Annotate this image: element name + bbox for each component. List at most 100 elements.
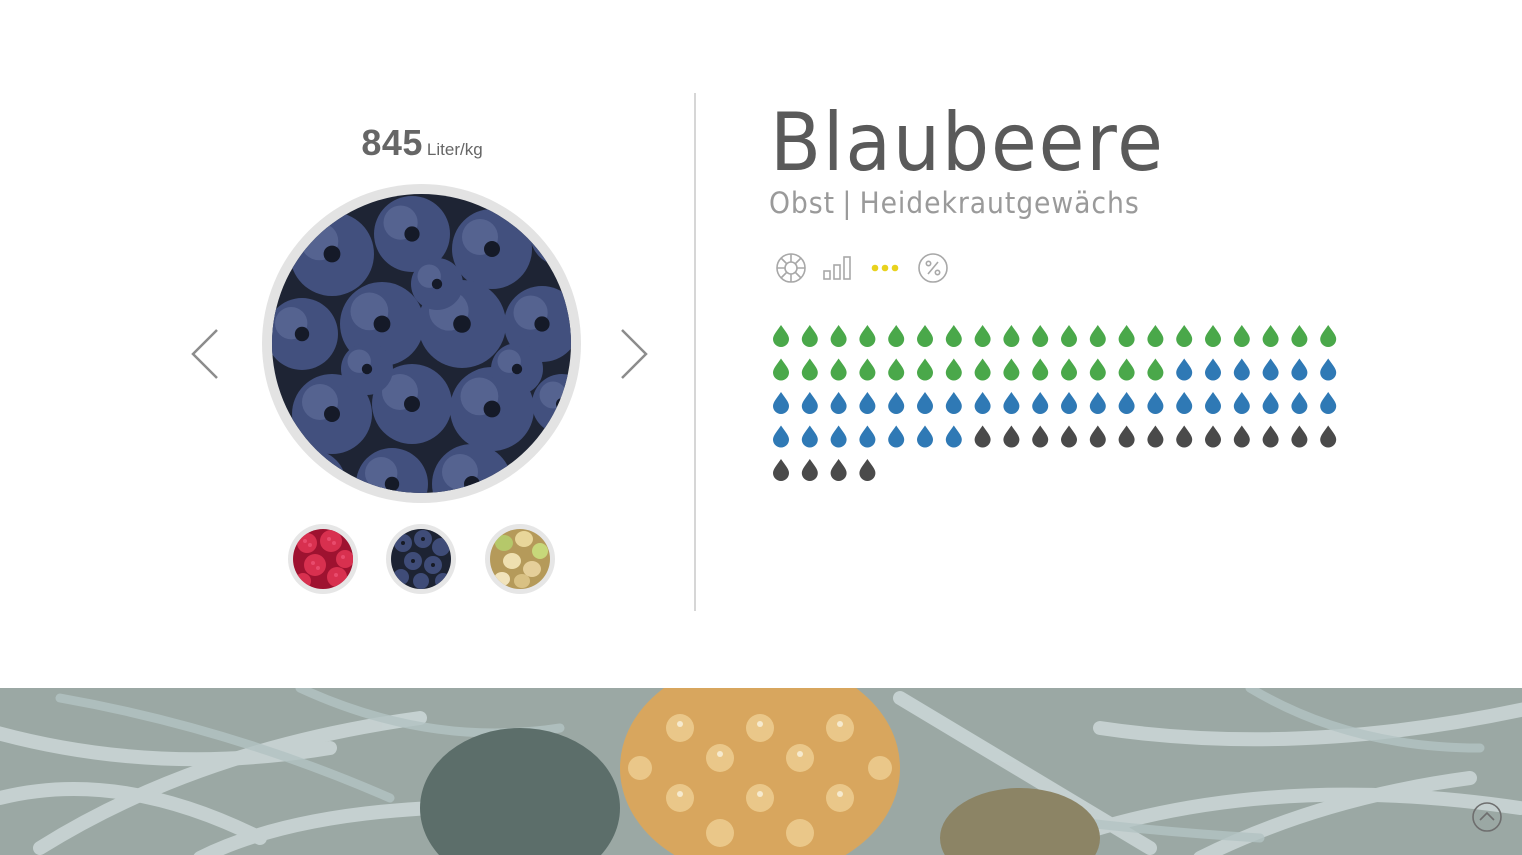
previous-arrow-icon[interactable]	[189, 327, 223, 381]
scroll-to-top-icon[interactable]	[1471, 801, 1503, 833]
bar-chart-icon[interactable]	[821, 251, 855, 285]
water-drop-blue	[1205, 392, 1221, 414]
water-drop-grey	[1032, 425, 1049, 448]
water-drop-green	[1032, 325, 1049, 347]
percent-icon[interactable]	[916, 251, 950, 285]
water-drop-blue	[1032, 392, 1049, 414]
water-drop-blue	[1205, 358, 1221, 381]
water-drop-blue	[1147, 392, 1164, 414]
water-drop-grey	[974, 425, 991, 448]
water-drop-green	[1089, 325, 1106, 347]
water-drop-green	[1118, 358, 1135, 381]
water-drop-blue	[830, 425, 847, 448]
water-drop-grey	[801, 459, 818, 481]
subtitle-separator: |	[842, 186, 853, 220]
water-drop-blue	[801, 425, 818, 448]
water-drop-blue	[1291, 392, 1308, 414]
water-drop-green	[859, 325, 876, 347]
water-drop-grey	[830, 459, 847, 481]
water-drop-green	[888, 325, 905, 347]
water-drop-green	[801, 358, 818, 381]
water-drop-green	[1061, 325, 1077, 347]
water-value: 845 Liter/kg	[330, 122, 514, 164]
water-drop-green	[773, 358, 789, 381]
water-drop-grey	[1233, 425, 1250, 448]
water-drop-green	[859, 358, 876, 381]
pineapple-banner-image	[0, 688, 1522, 855]
water-drop-green	[773, 325, 789, 347]
water-drop-grey	[1291, 425, 1308, 448]
water-drop-blue	[945, 425, 962, 448]
water-drop-green	[1205, 325, 1221, 347]
water-drop-blue	[859, 392, 876, 414]
product-category: Obst	[769, 186, 835, 220]
water-drop-green	[1089, 358, 1106, 381]
water-drop-green	[888, 358, 905, 381]
water-drop-green	[974, 358, 991, 381]
water-drop-blue	[1061, 392, 1077, 414]
water-drop-green	[1262, 325, 1279, 347]
water-drop-green	[1233, 325, 1250, 347]
water-drop-blue	[1233, 392, 1250, 414]
water-drop-grey	[773, 459, 789, 481]
water-drop-grey	[1262, 425, 1279, 448]
water-drop-grey	[1089, 425, 1106, 448]
water-drop-blue	[1118, 392, 1135, 414]
water-drop-grey	[1320, 425, 1337, 448]
water-drop-blue	[945, 392, 962, 414]
water-drop-green	[917, 358, 933, 381]
water-drop-blue	[1262, 392, 1279, 414]
globe-icon[interactable]	[774, 251, 808, 285]
water-drop-grey	[859, 459, 876, 481]
water-drop-grey	[1147, 425, 1164, 448]
water-drop-blue	[974, 392, 991, 414]
water-value-number: 845	[361, 122, 423, 163]
water-drop-green	[1032, 358, 1049, 381]
water-drop-blue	[1233, 358, 1250, 381]
blueberry-image	[272, 194, 571, 493]
water-drop-blue	[1262, 358, 1279, 381]
water-drop-green	[945, 325, 962, 347]
product-image-frame	[262, 184, 581, 503]
thumbnail-blueberry[interactable]	[386, 524, 456, 594]
water-drop-blue	[801, 392, 818, 414]
next-arrow-icon[interactable]	[616, 327, 650, 381]
product-family: Heidekrautgewächs	[859, 186, 1140, 220]
water-drop-green	[917, 325, 933, 347]
water-drop-green	[1291, 325, 1308, 347]
water-drop-blue	[1176, 392, 1193, 414]
product-subtitle: Obst | Heidekrautgewächs	[769, 186, 1140, 220]
water-value-unit: Liter/kg	[426, 140, 483, 159]
thumbnail-grape[interactable]	[485, 524, 555, 594]
water-drop-blue	[1003, 392, 1020, 414]
water-drop-green	[1320, 325, 1337, 347]
water-drop-green	[1147, 358, 1164, 381]
water-drop-blue	[1291, 358, 1308, 381]
water-drop-blue	[1320, 358, 1337, 381]
water-drop-blue	[773, 392, 789, 414]
panel-divider	[694, 93, 696, 611]
water-drop-grey	[1176, 425, 1193, 448]
water-drop-grey	[1118, 425, 1135, 448]
water-drop-blue	[917, 425, 933, 448]
water-drop-grey	[1061, 425, 1077, 448]
water-drop-green	[830, 325, 847, 347]
dots-icon[interactable]	[868, 251, 902, 285]
water-drop-green	[801, 325, 818, 347]
water-drop-green	[974, 325, 991, 347]
water-drop-green	[1147, 325, 1164, 347]
water-drop-blue	[888, 392, 905, 414]
water-drop-green	[1061, 358, 1077, 381]
water-drop-green	[830, 358, 847, 381]
water-drop-blue	[773, 425, 789, 448]
water-drop-green	[1003, 358, 1020, 381]
water-drop-blue	[1320, 392, 1337, 414]
water-drop-green	[945, 358, 962, 381]
product-title: Blaubeere	[770, 96, 1165, 189]
water-drop-blue	[888, 425, 905, 448]
water-drop-grid	[770, 323, 1350, 493]
water-drop-grey	[1003, 425, 1020, 448]
thumbnail-raspberry[interactable]	[288, 524, 358, 594]
water-drop-blue	[1176, 358, 1193, 381]
water-drop-blue	[1089, 392, 1106, 414]
